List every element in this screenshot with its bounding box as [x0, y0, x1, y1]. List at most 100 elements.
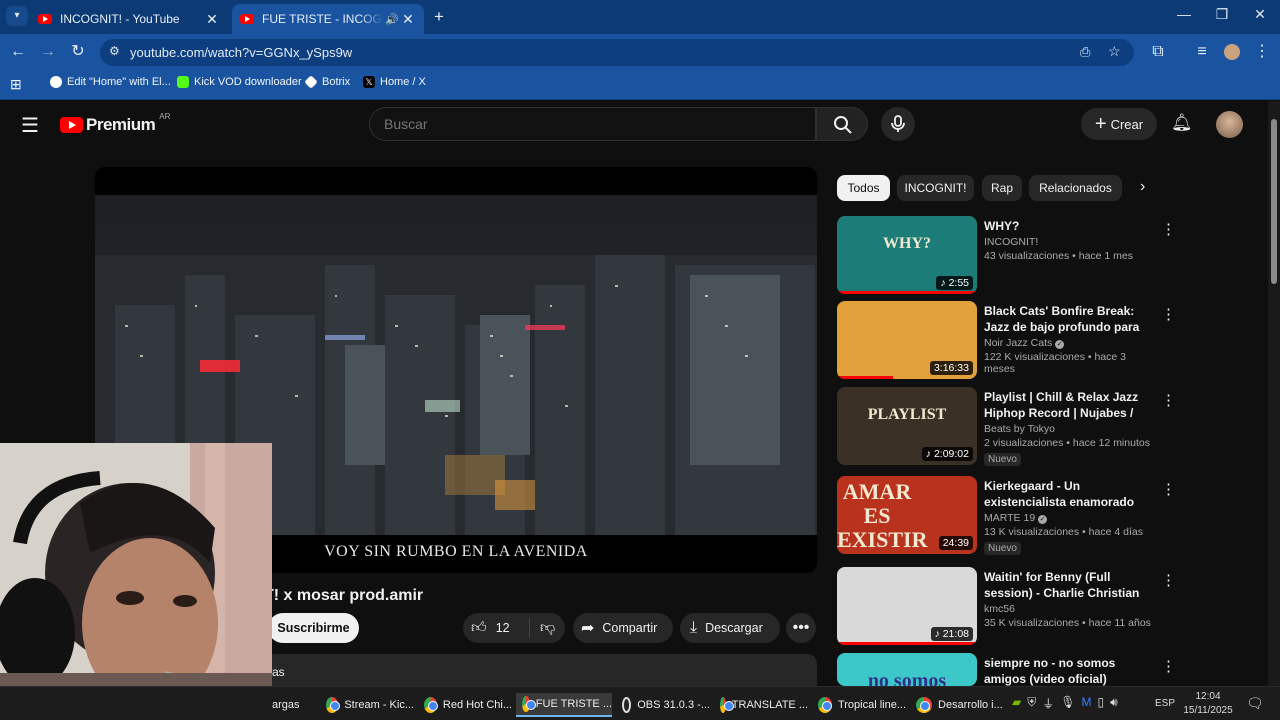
recommendation-item[interactable]: no somos siempre no - no somos amigos (vi… [837, 653, 1176, 687]
tab-search-button[interactable]: ▾ [6, 6, 28, 26]
notifications-icon[interactable]: 🗨︎ [1246, 695, 1264, 712]
recommendation-title[interactable]: Waitin' for Benny (Full session) - Charl… [984, 569, 1154, 601]
chip-incognit[interactable]: INCOGNIT! [897, 175, 974, 201]
dislike-button[interactable]: 👎︎ [530, 619, 555, 637]
search-input[interactable] [370, 108, 815, 140]
video-thumbnail[interactable]: 3:16:33 [837, 301, 977, 379]
search-button[interactable] [816, 107, 868, 141]
search-box[interactable] [369, 107, 816, 141]
shield-icon[interactable]: ⛨ [1027, 695, 1036, 712]
profile-avatar[interactable] [1224, 44, 1240, 60]
language-indicator[interactable]: ESP [1155, 698, 1175, 709]
browser-tab-2[interactable]: FUE TRISTE - INCOGNIT! x mosar prod.amir… [232, 4, 424, 34]
close-window-button[interactable]: ✕ [1248, 6, 1272, 26]
recommendation-title[interactable]: WHY? [984, 218, 1154, 234]
taskbar-item-desarrollo[interactable]: Desarrollo i... [912, 693, 1004, 717]
malwarebytes-icon[interactable]: M [1082, 695, 1092, 712]
bookmark-edit-home[interactable]: Edit "Home" with El... [50, 76, 171, 88]
close-icon[interactable]: ✕ [204, 11, 220, 28]
chips-next-button[interactable]: › [1140, 178, 1145, 196]
more-vertical-icon[interactable]: ⋮ [1161, 657, 1176, 675]
install-app-icon[interactable]: ⎙ [1080, 44, 1090, 60]
video-thumbnail[interactable]: ♪ 21:08 [837, 567, 977, 645]
chip-todos[interactable]: Todos [837, 175, 890, 201]
channel-name[interactable]: Beats by Tokyo [984, 423, 1154, 435]
recommendation-item[interactable]: ♪ 21:08 Waitin' for Benny (Full session) … [837, 567, 1176, 647]
clock[interactable]: 12:04 15/11/2025 [1182, 690, 1234, 718]
back-button[interactable]: ← [8, 42, 28, 62]
channel-name[interactable]: kmc56 [984, 603, 1154, 615]
speaker-icon[interactable]: 🔊 [384, 13, 400, 26]
reload-button[interactable]: ↻ [68, 42, 88, 62]
more-actions-button[interactable]: ••• [786, 613, 816, 643]
youtube-favicon-icon [240, 14, 254, 24]
browser-tab-bar: ▾ INCOGNIT! - YouTube ✕ FUE TRISTE - INC… [0, 0, 1280, 34]
taskbar-item-red-hot[interactable]: Red Hot Chi... [420, 693, 512, 717]
new-tab-button[interactable]: + [434, 7, 444, 27]
more-vertical-icon[interactable]: ⋮ [1161, 571, 1176, 589]
more-vertical-icon[interactable]: ⋮ [1161, 220, 1176, 238]
recommendation-item[interactable]: PLAYLIST ♪ 2:09:02 Playlist | Chill & Rela… [837, 387, 1176, 467]
notifications-bell-icon[interactable]: 🔔︎ [1171, 113, 1193, 133]
close-icon[interactable]: ✕ [400, 11, 416, 28]
apps-grid-icon[interactable]: ⊞ [10, 76, 22, 93]
recommendation-title[interactable]: Kierkegaard - Un existencialista enamora… [984, 478, 1154, 510]
scrollbar-thumb[interactable] [1271, 119, 1277, 284]
recommendation-title[interactable]: siempre no - no somos amigos (video ofic… [984, 655, 1154, 687]
account-avatar[interactable] [1216, 111, 1243, 138]
recommendation-title[interactable]: Black Cats' Bonfire Break: Jazz de bajo … [984, 303, 1154, 335]
video-thumbnail[interactable]: AMAR ES EXISTIR 24:39 [837, 476, 977, 554]
minimize-button[interactable]: — [1172, 6, 1196, 26]
recommendation-item[interactable]: WHY? ♪ 2:55 WHY? INCOGNIT! 43 visualizacione… [837, 216, 1176, 296]
video-thumbnail[interactable]: WHY? ♪ 2:55 [837, 216, 977, 294]
taskbar-item-fue-triste[interactable]: FUE TRISTE ... [516, 693, 612, 717]
hamburger-menu-icon[interactable]: ☰ [21, 113, 39, 138]
omnibox[interactable]: ⚙ youtube.com/watch?v=GGNx_ySps9w ⎙ ☆ [100, 39, 1134, 66]
bookmark-x-home[interactable]: 𝕏 Home / X [363, 76, 426, 88]
logo-text: Premium [86, 115, 156, 134]
chip-relacionados[interactable]: Relacionados [1029, 175, 1122, 201]
bookmark-kick-vod[interactable]: Kick VOD downloader [177, 76, 302, 88]
taskbar-item-stream-kick[interactable]: Stream - Kic... [322, 693, 414, 717]
recommendation-item[interactable]: AMAR ES EXISTIR 24:39 Kierkegaard - Un exi… [837, 476, 1176, 556]
bookmark-botrix[interactable]: Botrix [304, 75, 350, 89]
media-controls-icon[interactable]: ≡ [1192, 42, 1212, 62]
taskbar-item-downloads[interactable]: argas [272, 693, 316, 717]
volume-icon[interactable]: 🔊︎ [1110, 695, 1118, 712]
site-info-icon[interactable]: ⚙ [109, 44, 120, 58]
channel-name[interactable]: MARTE 19 ✓ [984, 512, 1154, 524]
recommendation-item[interactable]: 3:16:33 Black Cats' Bonfire Break: Jazz d… [837, 301, 1176, 381]
taskbar-item-translate[interactable]: TRANSLATE ... [716, 693, 808, 717]
more-vertical-icon[interactable]: ⋮ [1161, 391, 1176, 409]
usb-icon[interactable]: ⏚ [1042, 695, 1054, 712]
like-button[interactable]: 👍︎ 12 [463, 619, 529, 637]
more-vertical-icon[interactable]: ⋮ [1161, 480, 1176, 498]
video-thumbnail[interactable]: PLAYLIST ♪ 2:09:02 [837, 387, 977, 465]
download-button[interactable]: ⤓ Descargar [680, 613, 780, 643]
taskbar-item-obs[interactable]: OBS 31.0.3 -... [618, 693, 710, 717]
menu-icon[interactable]: ⋮ [1252, 42, 1272, 62]
bookmark-star-icon[interactable]: ☆ [1108, 43, 1121, 60]
url-text[interactable]: youtube.com/watch?v=GGNx_ySps9w [130, 45, 352, 60]
extensions-icon[interactable]: ⧉ [1148, 42, 1168, 62]
page-scrollbar[interactable] [1268, 101, 1280, 686]
chip-rap[interactable]: Rap [982, 175, 1022, 201]
nvidia-icon[interactable]: ▰ [1012, 695, 1021, 712]
create-button[interactable]: + Crear [1081, 108, 1157, 140]
channel-name[interactable]: INCOGNIT! [984, 236, 1154, 248]
more-vertical-icon[interactable]: ⋮ [1161, 305, 1176, 323]
maximize-button[interactable]: ❐ [1210, 6, 1234, 26]
youtube-logo[interactable]: Premium AR [60, 112, 170, 135]
voice-search-button[interactable] [881, 107, 915, 141]
microphone-icon[interactable]: 🎙︎ [1060, 695, 1075, 712]
channel-name[interactable]: Noir Jazz Cats ✓ [984, 337, 1154, 349]
video-thumbnail[interactable]: no somos [837, 653, 977, 686]
subscribe-button[interactable]: Suscribirme [268, 613, 359, 643]
share-button[interactable]: ➦ Compartir [573, 613, 673, 643]
chrome-icon [326, 697, 341, 713]
browser-tab-1[interactable]: INCOGNIT! - YouTube ✕ [30, 4, 228, 34]
recommendation-title[interactable]: Playlist | Chill & Relax Jazz Hiphop Rec… [984, 389, 1154, 421]
taskbar-item-tropical[interactable]: Tropical line... [814, 693, 906, 717]
forward-button[interactable]: → [38, 42, 58, 62]
battery-icon[interactable]: ▯ [1098, 695, 1105, 712]
